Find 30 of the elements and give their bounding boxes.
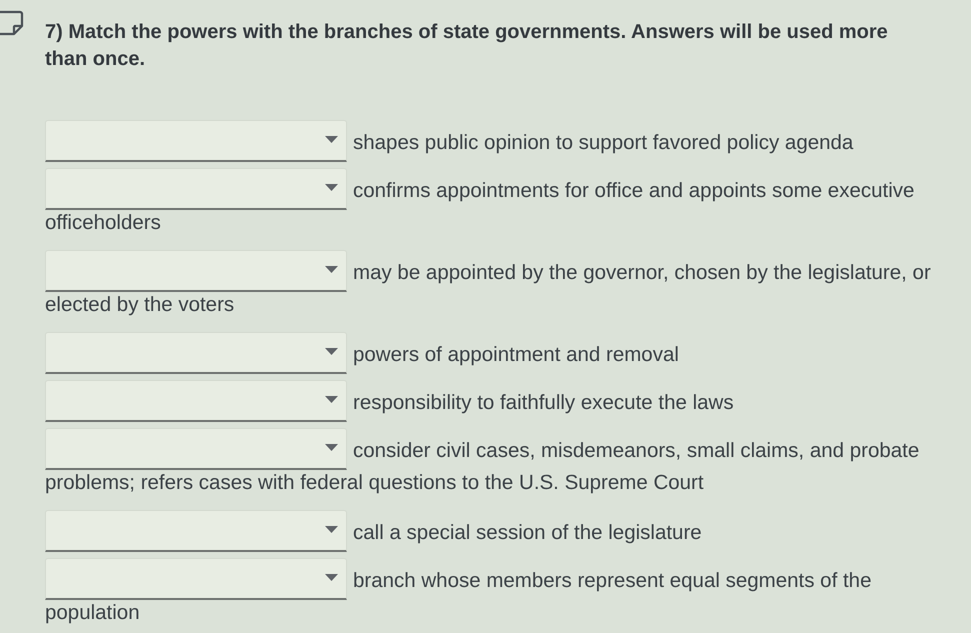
statement-text: powers of appointment and removal	[353, 342, 679, 368]
answer-dropdown[interactable]	[45, 120, 347, 162]
caret-icon	[325, 396, 338, 402]
statement-text: call a special session of the legislature	[353, 520, 702, 546]
answer-dropdown[interactable]	[45, 380, 347, 422]
note-icon[interactable]	[0, 10, 24, 36]
question-text: 7) Match the powers with the branches of state governments. Answers will be used more than once.	[45, 20, 889, 72]
caret-icon	[325, 444, 338, 450]
answer-dropdown[interactable]	[45, 510, 347, 552]
statement-text: may be appointed by the governor, chosen by the legislature, or	[353, 260, 931, 286]
statement-text: problems; refers cases with federal questions to the U.S. Supreme Court	[45, 470, 704, 496]
statement-text: consider civil cases, misdemeanors, small claims, and probate	[353, 438, 920, 464]
caret-icon	[325, 136, 338, 142]
answer-dropdown[interactable]	[45, 428, 347, 470]
statement-text: elected by the voters	[45, 292, 234, 318]
statement-text: confirms appointments for office and appoints some executive	[353, 178, 914, 204]
statement-text: responsibility to faithfully execute the laws	[353, 390, 734, 416]
caret-icon	[325, 348, 338, 354]
answer-dropdown[interactable]	[45, 168, 347, 210]
statement-text: shapes public opinion to support favored policy agenda	[353, 130, 854, 156]
statement-text: officeholders	[45, 210, 161, 236]
statement-text: branch whose members represent equal segments of the	[353, 568, 872, 594]
caret-icon	[325, 574, 338, 580]
caret-icon	[325, 266, 338, 272]
statement-text: population	[45, 600, 140, 626]
answer-dropdown[interactable]	[45, 332, 347, 374]
answer-dropdown[interactable]	[45, 250, 347, 292]
answer-dropdown[interactable]	[45, 558, 347, 600]
caret-icon	[325, 526, 338, 532]
caret-icon	[325, 184, 338, 190]
